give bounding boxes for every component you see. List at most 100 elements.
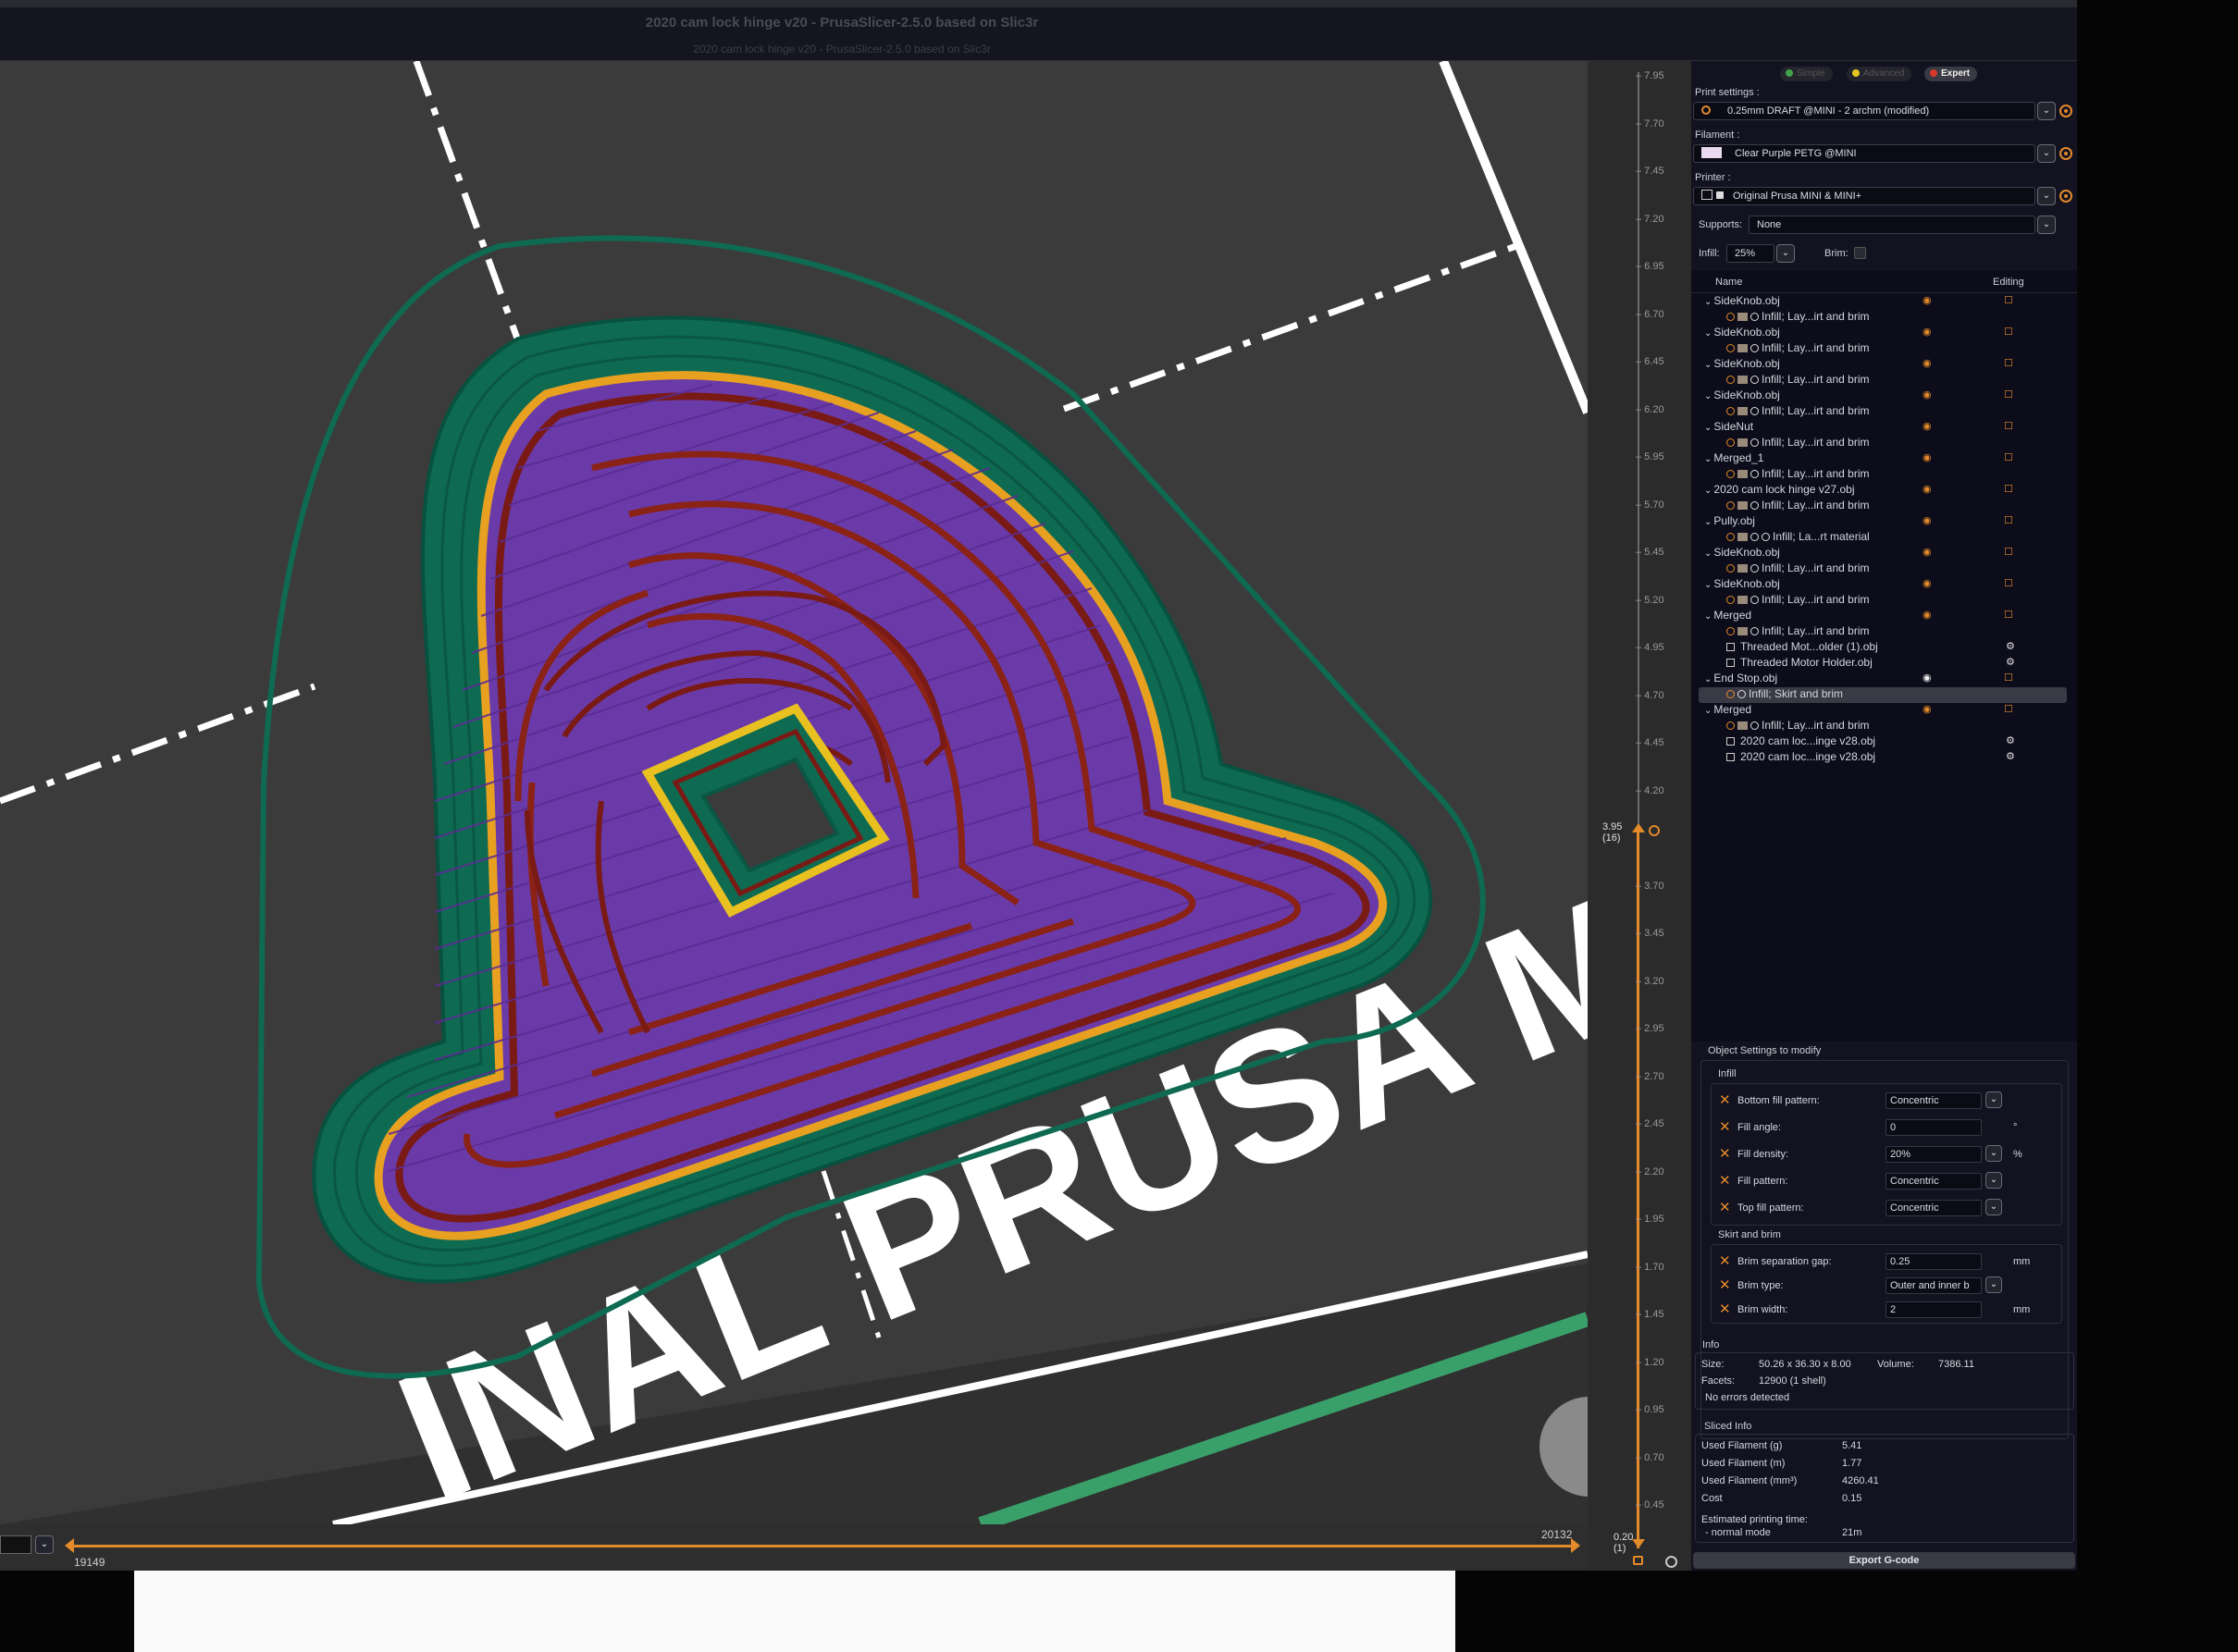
object-row[interactable]: ⌄ Merged_1 ◉ ☐: [1691, 451, 2077, 467]
lock-icon[interactable]: [1633, 1556, 1643, 1565]
object-sub-row[interactable]: Infill; Lay...irt and brim: [1691, 310, 2077, 326]
brim-checkbox[interactable]: [1854, 247, 1866, 259]
expand-chevron-icon[interactable]: ⌄: [1704, 391, 1712, 401]
object-sub-row[interactable]: Infill; Lay...irt and brim: [1691, 624, 2077, 640]
visibility-eye-icon[interactable]: ◉: [1923, 420, 1932, 432]
object-sub-row[interactable]: Infill; Lay...irt and brim: [1691, 467, 2077, 483]
object-row[interactable]: ⌄ SideKnob.obj ◉ ☐: [1691, 546, 2077, 561]
preview-viewport[interactable]: INAL PRUSA M: [0, 61, 1588, 1524]
expand-chevron-icon[interactable]: ⌄: [1704, 360, 1712, 370]
edit-icon[interactable]: ☐: [2004, 483, 2013, 495]
add-color-change-icon[interactable]: [1649, 825, 1660, 836]
object-sub-row[interactable]: Threaded Mot...older (1).obj ⚙: [1691, 640, 2077, 656]
setting-value-field[interactable]: Outer and inner b: [1886, 1277, 1982, 1294]
chevron-down-icon[interactable]: ⌄: [1985, 1172, 2002, 1189]
object-sub-row[interactable]: Infill; Lay...irt and brim: [1691, 404, 2077, 420]
expand-chevron-icon[interactable]: ⌄: [1704, 423, 1712, 433]
setting-value-field[interactable]: 20%: [1886, 1146, 1982, 1163]
settings-cog-icon[interactable]: ⚙: [2006, 750, 2015, 762]
object-row[interactable]: ⌄ SideKnob.obj ◉ ☐: [1691, 326, 2077, 341]
settings-cog-icon[interactable]: [1665, 1556, 1677, 1568]
object-sub-row[interactable]: Infill; Lay...irt and brim: [1691, 341, 2077, 357]
setting-value-field[interactable]: Concentric: [1886, 1173, 1982, 1190]
chevron-down-icon[interactable]: ⌄: [2037, 187, 2056, 205]
remove-setting-icon[interactable]: ✕: [1719, 1302, 1731, 1316]
expand-chevron-icon[interactable]: ⌄: [1704, 674, 1712, 684]
upper-handle[interactable]: [1632, 823, 1645, 832]
gear-icon[interactable]: [2059, 190, 2072, 203]
visibility-eye-icon[interactable]: ◉: [1923, 609, 1932, 621]
chevron-down-icon[interactable]: ⌄: [1985, 1276, 2002, 1293]
visibility-eye-icon[interactable]: ◉: [1923, 514, 1932, 526]
expand-chevron-icon[interactable]: ⌄: [1704, 517, 1712, 527]
mode-button-simple[interactable]: Simple: [1780, 67, 1833, 81]
filament-combo[interactable]: Clear Purple PETG @MINI: [1693, 144, 2035, 163]
vertical-layer-slider[interactable]: – 7.95 – 7.70 – 7.45 – 7.20 – 6.95 – 6.70 – 6.…: [1588, 61, 1691, 1571]
object-row[interactable]: ⌄ SideKnob.obj ◉ ☐: [1691, 294, 2077, 310]
expand-chevron-icon[interactable]: ⌄: [1704, 328, 1712, 339]
edit-icon[interactable]: ☐: [2004, 672, 2013, 684]
chevron-down-icon[interactable]: ⌄: [1985, 1145, 2002, 1162]
visibility-eye-icon[interactable]: ◉: [1923, 672, 1932, 684]
object-row[interactable]: ⌄ SideKnob.obj ◉ ☐: [1691, 388, 2077, 404]
object-row[interactable]: ⌄ SideKnob.obj ◉ ☐: [1691, 577, 2077, 593]
edit-icon[interactable]: ☐: [2004, 420, 2013, 432]
visibility-eye-icon[interactable]: ◉: [1923, 294, 1932, 306]
edit-icon[interactable]: ☐: [2004, 326, 2013, 338]
edit-icon[interactable]: ☐: [2004, 546, 2013, 558]
edit-icon[interactable]: ☐: [2004, 703, 2013, 715]
infill-combo[interactable]: 25%: [1726, 244, 1774, 263]
expand-chevron-icon[interactable]: ⌄: [1704, 549, 1712, 559]
slider-left-handle[interactable]: [65, 1538, 74, 1553]
remove-setting-icon[interactable]: ✕: [1719, 1201, 1731, 1214]
chevron-down-icon[interactable]: ⌄: [2037, 216, 2056, 234]
chevron-down-icon[interactable]: ⌄: [2037, 144, 2056, 163]
object-sub-row[interactable]: Infill; Lay...irt and brim: [1691, 373, 2077, 388]
settings-cog-icon[interactable]: ⚙: [2006, 640, 2015, 652]
object-row[interactable]: ⌄ Merged ◉ ☐: [1691, 703, 2077, 719]
object-list[interactable]: Name Editing ⌄ SideKnob.obj ◉ ☐ Infill; Lay.…: [1691, 270, 2077, 1042]
edit-icon[interactable]: ☐: [2004, 357, 2013, 369]
object-row[interactable]: ⌄ Merged ◉ ☐: [1691, 609, 2077, 624]
legend-combo[interactable]: [0, 1535, 31, 1554]
remove-setting-icon[interactable]: ✕: [1719, 1278, 1731, 1292]
object-row[interactable]: ⌄ End Stop.obj ◉ ☐: [1691, 672, 2077, 687]
horizontal-slider-track[interactable]: [68, 1545, 1578, 1547]
expand-chevron-icon[interactable]: ⌄: [1704, 454, 1712, 464]
setting-value-field[interactable]: 0.25: [1886, 1253, 1982, 1270]
print-settings-combo[interactable]: 0.25mm DRAFT @MINI - 2 archm (modified): [1693, 102, 2035, 120]
chevron-down-icon[interactable]: ⌄: [1776, 244, 1795, 263]
visibility-eye-icon[interactable]: ◉: [1923, 546, 1932, 558]
export-gcode-button[interactable]: Export G-code: [1693, 1552, 2075, 1569]
object-row[interactable]: ⌄ Pully.obj ◉ ☐: [1691, 514, 2077, 530]
object-row[interactable]: ⌄ SideNut ◉ ☐: [1691, 420, 2077, 436]
setting-value-field[interactable]: Concentric: [1886, 1200, 1982, 1216]
slider-right-handle[interactable]: [1571, 1538, 1580, 1553]
visibility-eye-icon[interactable]: ◉: [1923, 388, 1932, 401]
edit-icon[interactable]: ☐: [2004, 451, 2013, 463]
visibility-eye-icon[interactable]: ◉: [1923, 451, 1932, 463]
visibility-eye-icon[interactable]: ◉: [1923, 703, 1932, 715]
remove-setting-icon[interactable]: ✕: [1719, 1147, 1731, 1161]
chevron-down-icon[interactable]: ⌄: [2037, 102, 2056, 120]
object-sub-row[interactable]: Infill; La...rt material: [1691, 530, 2077, 546]
object-sub-row[interactable]: 2020 cam loc...inge v28.obj ⚙: [1691, 734, 2077, 750]
object-row[interactable]: ⌄ SideKnob.obj ◉ ☐: [1691, 357, 2077, 373]
remove-setting-icon[interactable]: ✕: [1719, 1093, 1731, 1107]
expand-chevron-icon[interactable]: ⌄: [1704, 580, 1712, 590]
mode-button-advanced[interactable]: Advanced: [1847, 67, 1912, 81]
settings-cog-icon[interactable]: ⚙: [2006, 656, 2015, 668]
lower-handle[interactable]: [1632, 1539, 1645, 1548]
setting-value-field[interactable]: 2: [1886, 1301, 1982, 1318]
object-sub-row[interactable]: Infill; Lay...irt and brim: [1691, 561, 2077, 577]
object-sub-row[interactable]: Infill; Lay...irt and brim: [1691, 436, 2077, 451]
edit-icon[interactable]: ☐: [2004, 514, 2013, 526]
printer-combo[interactable]: Original Prusa MINI & MINI+: [1693, 187, 2035, 205]
chevron-down-icon[interactable]: ⌄: [1985, 1091, 2002, 1108]
object-row[interactable]: ⌄ 2020 cam lock hinge v27.obj ◉ ☐: [1691, 483, 2077, 499]
gear-icon[interactable]: [2059, 147, 2072, 160]
expand-chevron-icon[interactable]: ⌄: [1704, 611, 1712, 622]
remove-setting-icon[interactable]: ✕: [1719, 1120, 1731, 1134]
chevron-down-icon[interactable]: ⌄: [1985, 1199, 2002, 1215]
expand-chevron-icon[interactable]: ⌄: [1704, 486, 1712, 496]
